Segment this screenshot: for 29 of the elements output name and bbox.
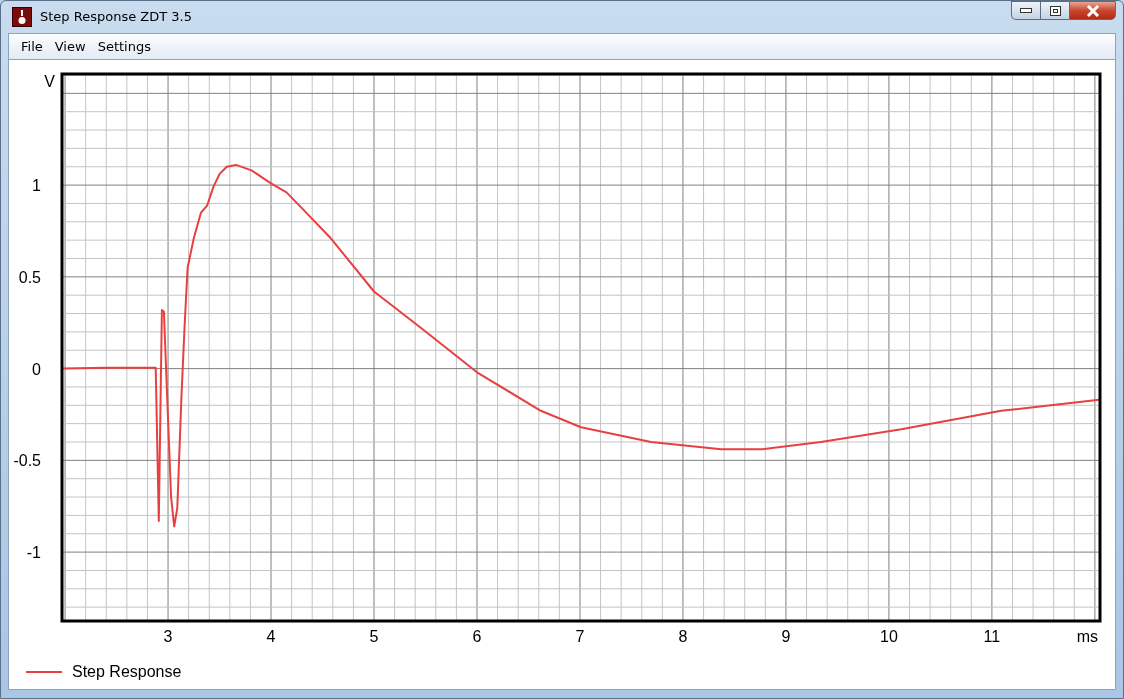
x-tick-label: 10 <box>880 628 898 645</box>
minimize-button[interactable] <box>1011 1 1040 20</box>
y-axis-unit: V <box>44 73 55 90</box>
y-tick-label: -0.5 <box>13 452 41 470</box>
x-tick-label: 11 <box>983 628 1001 645</box>
x-tick-label: 7 <box>575 628 585 645</box>
close-icon <box>1085 4 1100 17</box>
x-tick-label: 6 <box>472 628 482 645</box>
y-tick-label: -1 <box>26 544 41 562</box>
x-tick-label: 4 <box>266 628 276 645</box>
maximize-button[interactable] <box>1040 1 1069 20</box>
x-tick-label: 3 <box>163 628 173 645</box>
window-title: Step Response ZDT 3.5 <box>40 8 192 27</box>
menu-item[interactable]: File <box>15 36 49 57</box>
legend-label: Step Response <box>72 662 182 682</box>
x-axis-unit: ms <box>1076 628 1098 645</box>
y-tick-label: 0.5 <box>18 268 41 286</box>
maximize-icon <box>1049 5 1061 16</box>
minimize-icon <box>1020 7 1032 14</box>
y-tick-label: 1 <box>32 177 41 195</box>
x-tick-label: 9 <box>781 628 791 645</box>
legend-swatch <box>26 670 62 674</box>
x-tick-label: 5 <box>369 628 379 645</box>
menu-item[interactable]: View <box>48 36 92 57</box>
x-tick-label: 8 <box>678 628 688 645</box>
app-icon <box>12 7 32 27</box>
y-tick-label: 0 <box>32 360 41 378</box>
close-button[interactable] <box>1069 1 1116 20</box>
menu-item[interactable]: Settings <box>91 36 157 57</box>
